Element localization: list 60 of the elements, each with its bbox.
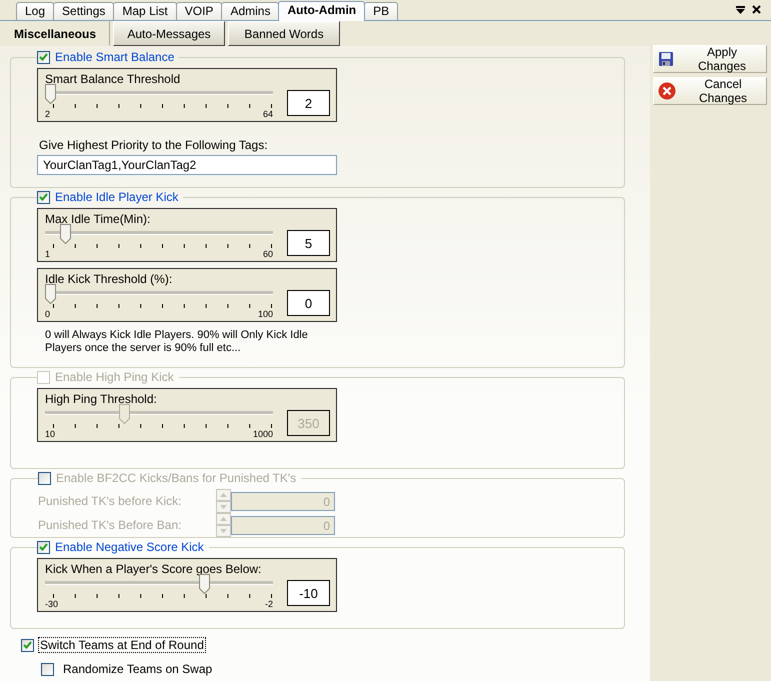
- slider[interactable]: [45, 406, 273, 426]
- tab[interactable]: Map List: [113, 2, 177, 20]
- subtab[interactable]: Auto-Messages: [113, 21, 225, 46]
- slider-thumb[interactable]: [199, 574, 210, 594]
- value-field[interactable]: 2: [287, 90, 330, 116]
- value-field[interactable]: -10: [287, 580, 330, 606]
- checkbox-label: Switch Teams at End of Round: [38, 637, 206, 653]
- checkbox-label: Randomize Teams on Swap: [62, 661, 214, 677]
- cancel-icon: [658, 82, 676, 100]
- group-title: Enable BF2CC Kicks/Bans for Punished TK's: [56, 471, 296, 485]
- tab[interactable]: PB: [364, 2, 398, 20]
- slider[interactable]: [45, 226, 273, 246]
- checkbox[interactable]: [38, 472, 51, 484]
- max-label: 60: [262, 249, 273, 259]
- slider[interactable]: [45, 576, 273, 596]
- tab[interactable]: VOIP: [176, 2, 222, 20]
- slider-label: Max Idle Time(Min):: [45, 212, 150, 226]
- max-label: 1000: [252, 429, 273, 439]
- group-title: Enable Idle Player Kick: [55, 190, 178, 204]
- close-icon[interactable]: [752, 5, 761, 14]
- min-label: -30: [45, 599, 58, 609]
- checkbox[interactable]: [41, 662, 54, 676]
- checkbox[interactable]: [21, 638, 34, 652]
- help-text: 0 will Always Kick Idle Players. 90% will Only Kick Idle Players once the server is 90% full etc...: [45, 329, 309, 355]
- min-label: 1: [45, 249, 50, 259]
- checkbox[interactable]: [37, 50, 50, 64]
- min-label: 10: [45, 429, 56, 439]
- field-label: Give Highest Priority to the Following Tags:: [39, 138, 269, 152]
- group-title: Enable High Ping Kick: [55, 370, 174, 384]
- tags-field[interactable]: YourClanTag1,YourClanTag2: [37, 155, 337, 175]
- tab[interactable]: Settings: [53, 2, 114, 20]
- slider-label: Idle Kick Threshold (%):: [45, 272, 172, 286]
- max-label: -2: [264, 599, 273, 609]
- tab[interactable]: Auto-Admin: [278, 1, 366, 21]
- tab[interactable]: Admins: [221, 2, 280, 20]
- slider-thumb[interactable]: [45, 284, 56, 304]
- slider-label: High Ping Threshold:: [45, 392, 157, 406]
- max-label: 100: [258, 309, 273, 319]
- spin-label: Punished TK's before Kick:: [38, 494, 182, 508]
- subtab[interactable]: Banned Words: [228, 21, 340, 46]
- action-button[interactable]: Apply Changes: [653, 45, 767, 73]
- slider-label: Kick When a Player's Score goes Below:: [45, 562, 262, 576]
- value-field[interactable]: 5: [287, 230, 330, 256]
- slider[interactable]: [45, 286, 273, 306]
- min-label: 0: [45, 309, 50, 319]
- max-label: 64: [262, 109, 273, 119]
- checkbox[interactable]: [37, 540, 50, 554]
- dropdown-icon[interactable]: [736, 6, 745, 14]
- value-field[interactable]: 0: [287, 290, 330, 316]
- slider[interactable]: [45, 86, 273, 106]
- group-title: Enable Smart Balance: [55, 50, 174, 64]
- spin-label: Punished TK's Before Ban:: [38, 518, 182, 532]
- slider-thumb[interactable]: [60, 224, 72, 244]
- tab[interactable]: Log: [16, 2, 54, 20]
- action-button[interactable]: Cancel Changes: [653, 77, 767, 105]
- checkbox[interactable]: [37, 190, 50, 204]
- min-label: 2: [45, 109, 50, 119]
- slider-thumb[interactable]: [45, 84, 56, 104]
- slider-label: Smart Balance Threshold: [45, 72, 180, 86]
- group-title: Enable Negative Score Kick: [55, 540, 204, 554]
